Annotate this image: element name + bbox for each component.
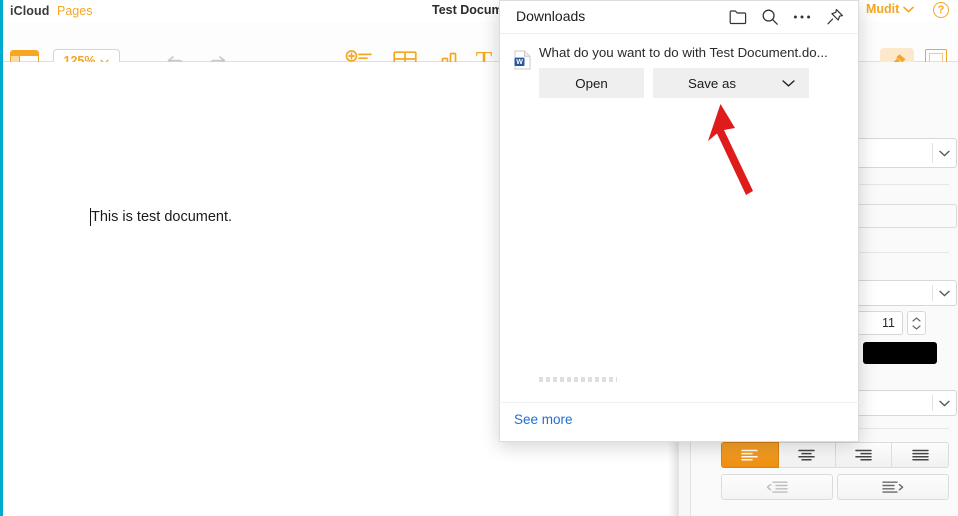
left-accent-stripe [0,0,3,516]
truncated-item-placeholder [539,377,617,382]
decrease-indent-icon[interactable] [721,474,833,500]
align-right-button[interactable] [835,442,893,468]
downloads-title: Downloads [516,8,586,24]
document-title: Test Docum [432,3,503,17]
chevron-down-icon [939,146,950,160]
word-document-icon: W [514,50,531,70]
user-menu-label: Mudit [866,2,900,16]
chevron-down-icon [939,286,950,300]
pin-icon[interactable] [824,6,846,28]
chevron-down-icon[interactable] [782,76,795,91]
align-center-button[interactable] [778,442,836,468]
user-menu[interactable]: Mudit [866,2,915,16]
search-icon[interactable] [759,6,781,28]
align-justify-button[interactable] [892,442,949,468]
download-prompt-text: What do you want to do with Test Documen… [539,45,828,60]
help-icon[interactable]: ? [933,2,949,18]
open-button[interactable]: Open [539,68,644,98]
document-body-text[interactable]: This is test document. [91,209,232,225]
see-more-link[interactable]: See more [514,412,573,427]
more-options-icon[interactable] [791,6,813,28]
save-as-button[interactable]: Save as [653,68,809,98]
brand-pages: Pages [57,4,93,18]
brand-icloud: iCloud [10,4,50,18]
text-color-swatch[interactable] [863,342,937,364]
save-as-label: Save as [687,75,737,91]
indent-group [721,474,949,500]
folder-open-icon[interactable] [727,6,749,28]
text-alignment-group [721,442,949,468]
increase-indent-icon[interactable] [837,474,949,500]
align-left-button[interactable] [721,442,779,468]
pages-app-window: iCloud Pages Test Docum Mudit ? 125% T T… [0,0,958,516]
downloads-flyout: Downloads [499,0,859,442]
chevron-down-icon [903,2,915,16]
svg-text:W: W [516,59,523,66]
font-size-stepper[interactable] [907,311,926,335]
chevron-down-icon [939,396,950,410]
downloads-footer-divider [499,402,859,403]
